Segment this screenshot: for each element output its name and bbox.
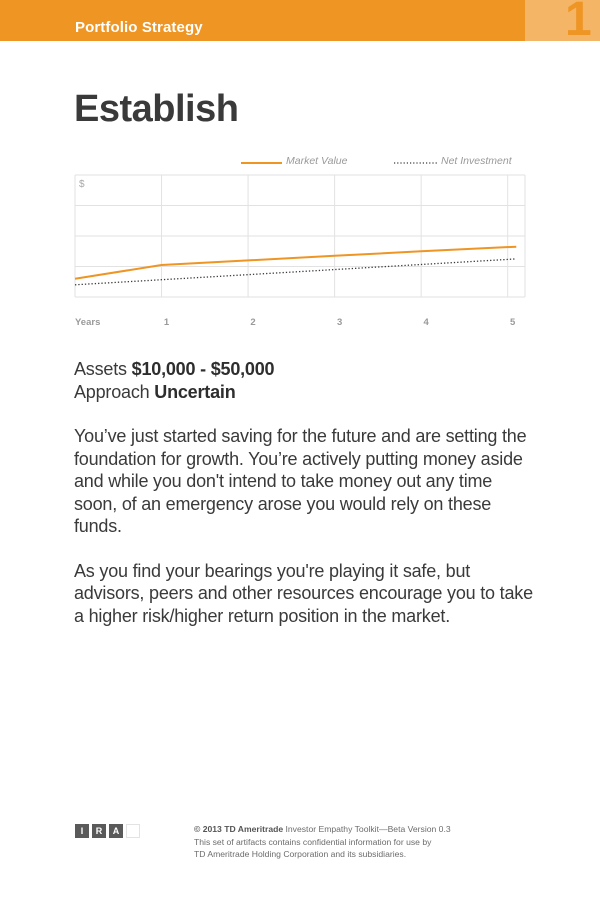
copyright-notice: © 2013 TD Ameritrade Investor Empathy To… (194, 823, 514, 861)
section-label: Portfolio Strategy (75, 19, 203, 36)
x-axis-label: Years (75, 317, 100, 328)
x-tick-label: 5 (510, 317, 516, 328)
copyright-owner: © 2013 TD Ameritrade (194, 824, 284, 834)
assets-value: $10,000 - $50,000 (131, 359, 275, 379)
description: You’ve just started saving for the futur… (74, 425, 536, 649)
assets-approach-block: Assets $10,000 - $50,000 Approach Uncert… (74, 358, 275, 404)
paragraph: As you find your bearings you're playing… (74, 560, 533, 626)
approach-label: Approach (74, 382, 150, 402)
page-number: 1 (565, 0, 592, 41)
series-line-net-investment (74, 258, 517, 286)
logo-tile: A (109, 824, 123, 838)
approach-line: Approach Uncertain (74, 381, 274, 404)
legend-net-investment-label: Net Investment (441, 155, 513, 167)
page-title: Establish (74, 88, 239, 130)
paragraph: You’ve just started saving for the futur… (74, 426, 527, 536)
chart-legend: Market Value Net Investment (241, 155, 513, 167)
x-tick-label: 4 (424, 317, 430, 328)
x-axis: Years 1 2 3 4 5 (75, 317, 516, 328)
copyright-line-2: This set of artifacts contains confident… (194, 836, 432, 847)
x-tick-label: 3 (337, 317, 342, 328)
header-bar: Portfolio Strategy 1 (0, 0, 600, 41)
assets-label: Assets (74, 359, 127, 379)
approach-value: Uncertain (154, 382, 236, 402)
copyright-line-3: TD Ameritrade Holding Corporation and it… (194, 849, 407, 859)
chart-grid (74, 174, 526, 298)
page-number-box: 1 (525, 0, 600, 41)
logo-tile: R (92, 824, 106, 838)
logo-tile: I (75, 824, 89, 838)
assets-line: Assets $10,000 - $50,000 (74, 358, 275, 381)
x-tick-label: 2 (250, 317, 255, 328)
series-line-market-value (74, 245, 517, 280)
growth-chart: Market Value Net Investment $ Years 1 2 3 4 5 (74, 155, 526, 328)
y-axis-label: $ (79, 179, 85, 190)
toolkit-version: Investor Empathy Toolkit—Beta Version 0.… (283, 824, 451, 834)
ira-logo: I R A (75, 824, 140, 838)
chart-series (74, 245, 517, 286)
x-tick-label: 1 (164, 317, 170, 328)
legend-market-value-label: Market Value (286, 155, 348, 167)
copyright-line-1: © 2013 TD Ameritrade Investor Empathy To… (194, 823, 514, 836)
logo-tile-empty (126, 824, 140, 838)
